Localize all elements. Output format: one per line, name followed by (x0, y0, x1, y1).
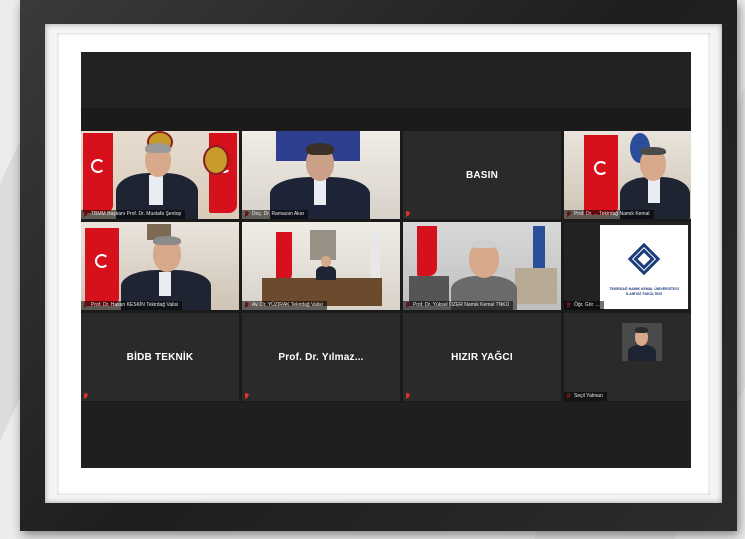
participant-video (81, 222, 239, 310)
video-conference-screen: TBMM Başkanı Prof. Dr. Mustafa Şentop Do… (81, 52, 691, 468)
participant-video (564, 131, 691, 219)
mic-muted-icon (405, 393, 410, 400)
participant-caption: Prof. Dr. Yüksel ÖZER Namık Kemal TNKÜ (403, 301, 514, 310)
participant-video (403, 222, 561, 310)
bookshelf (515, 268, 557, 304)
participant-tile[interactable]: Prof. Dr. Yılmaz... (242, 313, 400, 401)
participant-caption: Seçil Yalman (564, 392, 607, 401)
participant-name: HIZIR YAĞCI (451, 351, 513, 363)
participant-name: Prof. Dr. Yılmaz... (278, 351, 364, 363)
flag-icon (276, 232, 292, 282)
flag-icon (417, 226, 437, 276)
participant-caption: TBMM Başkanı Prof. Dr. Mustafa Şentop (81, 210, 186, 219)
participant-caption: Prof. Dr. Hasan KESKİN Tekirdağ Valisi (81, 301, 183, 310)
participant-video (242, 131, 400, 219)
flag-icon (85, 228, 119, 306)
participant-name: BASIN (465, 169, 499, 181)
parliament-emblem-icon (203, 145, 229, 175)
university-logo: TEKİRDAĞ NAMIK KEMAL ÜNİVERSİTESİ İLAHİY… (600, 225, 688, 309)
participant-caption: Av. Dr. YÜZIRAK Tekirdağ Valisi (242, 301, 327, 310)
participant-tile[interactable]: BİDB TEKNİK (81, 313, 239, 401)
mic-muted-icon (405, 211, 410, 218)
participant-tile[interactable]: Prof. Dr. Yüksel ÖZER Namık Kemal TNKÜ (403, 222, 561, 310)
participant-name: BİDB TEKNİK (126, 351, 194, 363)
participant-tile[interactable]: TEKİRDAĞ NAMIK KEMAL ÜNİVERSİTESİ İLAHİY… (564, 222, 691, 310)
participant-tile[interactable]: Seçil Yalman (564, 313, 691, 401)
university-logo-icon (627, 242, 661, 276)
participant-tile[interactable]: Av. Dr. YÜZIRAK Tekirdağ Valisi (242, 222, 400, 310)
university-logo-text: TEKİRDAĞ NAMIK KEMAL ÜNİVERSİTESİ İLAHİY… (609, 287, 679, 296)
bottom-bar (81, 402, 691, 468)
flag-icon (83, 133, 113, 213)
flag-icon (584, 135, 618, 215)
mic-muted-icon (83, 393, 88, 400)
participant-tile-speaker[interactable]: TBMM Başkanı Prof. Dr. Mustafa Şentop (81, 131, 239, 219)
participant-tile[interactable]: Prof. Dr. ... Tekirdağ Namık Kemal (564, 131, 691, 219)
participant-tile[interactable]: BASIN (403, 131, 561, 219)
participant-caption: Öğr. Gör. ... (564, 301, 604, 310)
mic-muted-icon (244, 393, 249, 400)
participant-tile[interactable]: Doç. Dr. Ramazan Akar (242, 131, 400, 219)
participant-tile[interactable]: Prof. Dr. Hasan KESKİN Tekirdağ Valisi (81, 222, 239, 310)
participant-thumbnail (622, 323, 662, 361)
participant-tile[interactable]: HIZIR YAĞCI (403, 313, 561, 401)
participant-video (242, 222, 400, 310)
flag-icon (370, 232, 380, 278)
participant-caption: Doç. Dr. Ramazan Akar (242, 210, 309, 219)
participant-caption: Prof. Dr. ... Tekirdağ Namık Kemal (564, 210, 654, 219)
top-bar (81, 52, 691, 108)
participant-video (81, 131, 239, 219)
